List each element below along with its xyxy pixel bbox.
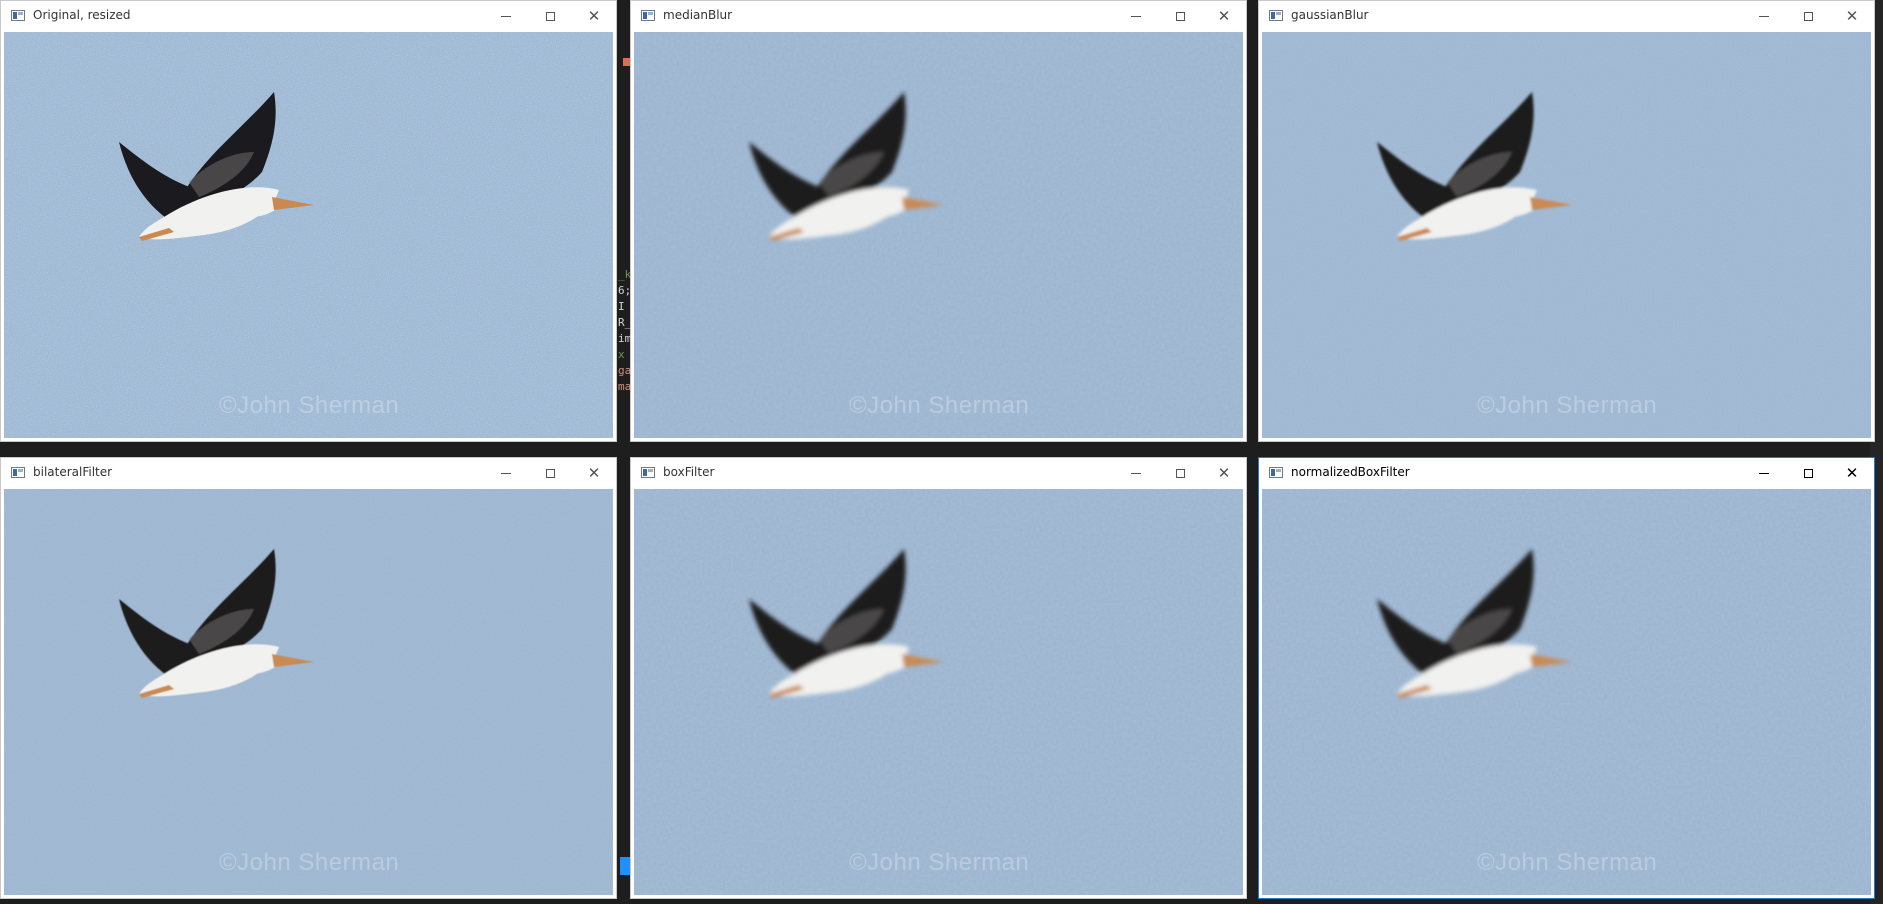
window-title: gaussianBlur <box>1291 8 1369 22</box>
maximize-icon[interactable] <box>1158 1 1202 31</box>
pelican-image <box>634 489 1243 895</box>
window-app-icon <box>1269 467 1283 478</box>
minimize-icon[interactable] <box>484 458 528 488</box>
editor-scroll-marker <box>620 857 630 875</box>
image-window-gaussian[interactable]: gaussianBlur ✕ ©John Sherman <box>1258 0 1875 442</box>
window-app-icon <box>1269 10 1283 21</box>
image-window-normalizedbox[interactable]: normalizedBoxFilter ✕ ©John Sherman <box>1258 457 1875 899</box>
image-window-original[interactable]: Original, resized ✕ ©John Sherman <box>0 0 617 442</box>
image-watermark: ©John Sherman <box>849 392 1030 419</box>
pelican-image <box>4 32 613 438</box>
window-title: bilateralFilter <box>33 465 113 479</box>
close-icon[interactable]: ✕ <box>1202 458 1246 488</box>
window-title: Original, resized <box>33 8 131 22</box>
window-title: boxFilter <box>663 465 715 479</box>
window-titlebar[interactable]: boxFilter ✕ <box>631 458 1246 488</box>
minimize-icon[interactable] <box>1742 458 1786 488</box>
window-app-icon <box>11 10 25 21</box>
close-icon[interactable]: ✕ <box>1202 1 1246 31</box>
minimize-icon[interactable] <box>1114 458 1158 488</box>
image-window-bilateral[interactable]: bilateralFilter ✕ ©John Sherman <box>0 457 617 899</box>
image-view: ©John Sherman <box>4 489 613 895</box>
window-app-icon <box>641 10 655 21</box>
window-title: medianBlur <box>663 8 733 22</box>
image-view: ©John Sherman <box>634 32 1243 438</box>
close-icon[interactable]: ✕ <box>572 458 616 488</box>
close-icon[interactable]: ✕ <box>1830 1 1874 31</box>
window-titlebar[interactable]: gaussianBlur ✕ <box>1259 1 1874 31</box>
maximize-icon[interactable] <box>1158 458 1202 488</box>
close-icon[interactable]: ✕ <box>572 1 616 31</box>
image-watermark: ©John Sherman <box>1477 392 1658 419</box>
window-titlebar[interactable]: Original, resized ✕ <box>1 1 616 31</box>
minimize-icon[interactable] <box>1742 1 1786 31</box>
image-watermark: ©John Sherman <box>219 849 400 876</box>
window-app-icon <box>11 467 25 478</box>
image-watermark: ©John Sherman <box>219 392 400 419</box>
pelican-image <box>4 489 613 895</box>
image-view: ©John Sherman <box>1262 489 1871 895</box>
pelican-image <box>1262 32 1871 438</box>
close-icon[interactable]: ✕ <box>1830 458 1874 488</box>
image-view: ©John Sherman <box>4 32 613 438</box>
minimize-icon[interactable] <box>1114 1 1158 31</box>
pelican-image <box>1262 489 1871 895</box>
background-editor <box>617 0 629 904</box>
window-titlebar[interactable]: bilateralFilter ✕ <box>1 458 616 488</box>
maximize-icon[interactable] <box>1786 1 1830 31</box>
image-window-median[interactable]: medianBlur ✕ ©John Sherman <box>630 0 1247 442</box>
image-view: ©John Sherman <box>634 489 1243 895</box>
maximize-icon[interactable] <box>1786 458 1830 488</box>
image-watermark: ©John Sherman <box>1477 849 1658 876</box>
maximize-icon[interactable] <box>528 1 572 31</box>
image-watermark: ©John Sherman <box>849 849 1030 876</box>
image-window-box[interactable]: boxFilter ✕ ©John Sherman <box>630 457 1247 899</box>
window-title: normalizedBoxFilter <box>1291 465 1410 479</box>
window-titlebar[interactable]: medianBlur ✕ <box>631 1 1246 31</box>
minimize-icon[interactable] <box>484 1 528 31</box>
image-view: ©John Sherman <box>1262 32 1871 438</box>
pelican-image <box>634 32 1243 438</box>
window-app-icon <box>641 467 655 478</box>
window-titlebar[interactable]: normalizedBoxFilter ✕ <box>1259 458 1874 488</box>
maximize-icon[interactable] <box>528 458 572 488</box>
